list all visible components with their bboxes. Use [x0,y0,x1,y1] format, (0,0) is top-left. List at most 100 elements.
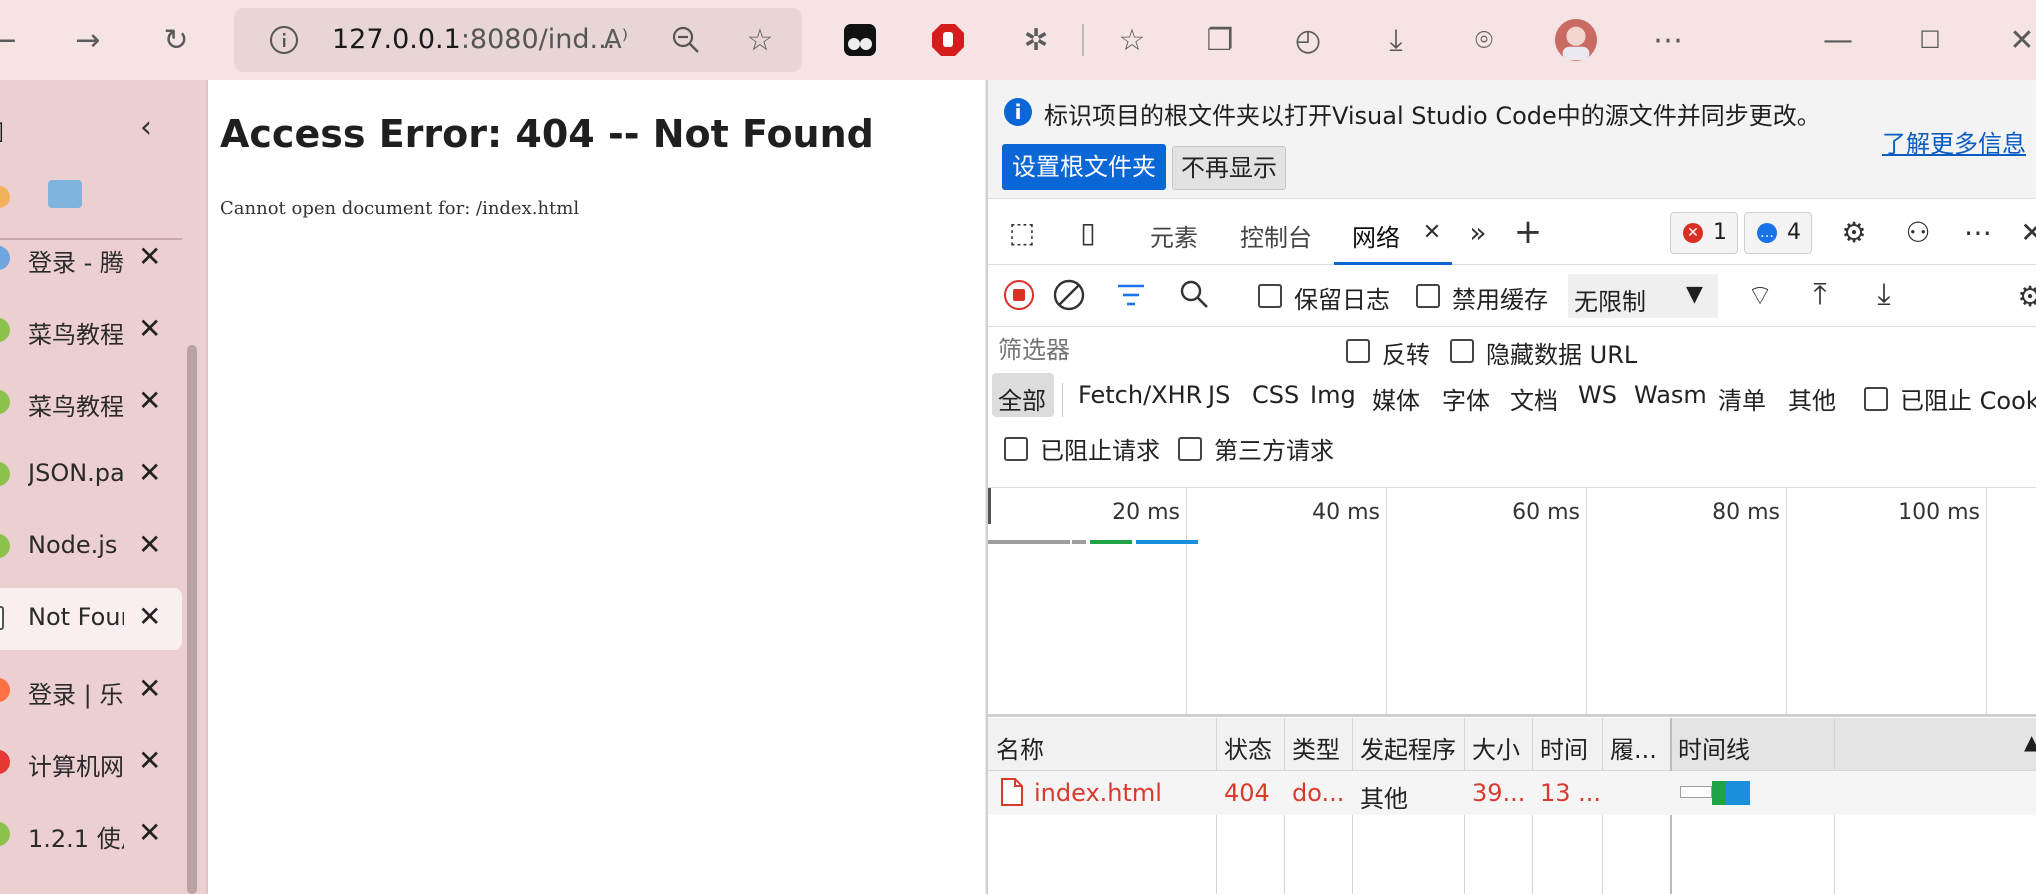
downloads-icon[interactable]: ⤓ [1374,18,1418,62]
close-tab-icon[interactable]: ✕ [138,384,161,417]
refresh-icon[interactable]: ↻ [154,18,198,62]
import-har-icon[interactable]: ⤒ [1800,274,1840,314]
vtab-4[interactable]: JSON.par ✕ [0,444,182,506]
type-filter-ws[interactable]: WS [1578,381,1617,409]
blocked-requests-checkbox[interactable] [1004,437,1028,461]
device-emulation-icon[interactable]: ▯ [1068,212,1108,252]
learn-more-link[interactable]: 了解更多信息 [1882,124,2026,159]
screenshot-icon[interactable]: ⌾ [1462,18,1506,62]
pinned-tab-favicon[interactable] [0,186,10,208]
type-filter-media[interactable]: 媒体 [1372,381,1420,416]
clear-icon[interactable] [1052,278,1086,316]
throttling-select[interactable]: 无限制 ▼ [1568,274,1718,318]
invert-checkbox[interactable] [1346,339,1370,363]
third-party-checkbox[interactable] [1178,437,1202,461]
more-menu-icon[interactable]: ⋯ [1646,18,1690,62]
zoom-out-icon[interactable] [664,18,708,62]
minimize-icon[interactable]: — [1816,18,1860,62]
address-text[interactable]: 127.0.0.1:8080/ind... [332,24,615,55]
filter-icon[interactable] [1116,280,1146,314]
add-favorite-icon[interactable]: ☆ [738,18,782,62]
tab-elements[interactable]: 元素 [1150,218,1198,253]
type-filter-all[interactable]: 全部 [998,381,1046,416]
close-tab-icon[interactable]: ✕ [1412,212,1452,252]
forward-icon[interactable]: → [66,18,110,62]
blocked-cookies-checkbox[interactable] [1864,387,1888,411]
errors-badge[interactable]: ✕ 1 [1670,212,1738,254]
record-stop-icon[interactable] [1004,280,1034,310]
vtab-3[interactable]: 菜鸟教程 ✕ [0,372,182,434]
tab-network[interactable]: 网络 [1352,218,1400,253]
type-filter-fetch-xhr[interactable]: Fetch/XHR [1078,381,1202,409]
add-tab-icon[interactable]: + [1508,212,1548,252]
col-waterfall[interactable]: 时间线 [1678,730,1750,765]
type-filter-doc[interactable]: 文档 [1510,381,1558,416]
extension-tampermonkey-icon[interactable] [838,18,882,62]
col-fulfilled-by[interactable]: 履... [1610,730,1657,765]
search-icon[interactable] [1178,278,1210,314]
col-type[interactable]: 类型 [1292,730,1340,765]
network-settings-icon[interactable]: ⚙ [2010,276,2036,316]
vtab-7[interactable]: 登录 | 乐 ✕ [0,660,182,722]
close-tab-icon[interactable]: ✕ [138,240,161,273]
col-time[interactable]: 时间 [1540,730,1588,765]
dont-show-again-button[interactable]: 不再显示 [1172,146,1286,190]
col-name[interactable]: 名称 [996,730,1044,765]
extension-adblock-icon[interactable] [926,18,970,62]
close-tab-icon[interactable]: ✕ [138,672,161,705]
customize-menu-icon[interactable]: ⋯ [1958,212,1998,252]
close-tab-icon[interactable]: ✕ [138,456,161,489]
close-tab-icon[interactable]: ✕ [138,312,161,345]
close-tab-icon[interactable]: ✕ [138,744,161,777]
type-filter-wasm[interactable]: Wasm [1634,381,1707,409]
profile-avatar[interactable] [1554,18,1598,62]
col-status[interactable]: 状态 [1224,730,1272,765]
filter-input[interactable] [994,333,1314,367]
pinned-tab-mail-icon[interactable] [48,180,82,208]
vtab-1[interactable]: 登录 - 腾 ✕ [0,228,182,290]
back-icon[interactable]: ← [0,18,26,62]
type-filter-css[interactable]: CSS [1252,381,1299,409]
read-aloud-icon[interactable]: A⁾ [594,18,638,62]
favorites-icon[interactable]: ☆ [1110,18,1154,62]
settings-gear-icon[interactable]: ⚙ [1834,212,1874,252]
vtab-8[interactable]: 计算机网 ✕ [0,732,182,794]
vtab-9[interactable]: 1.2.1 使用 ✕ [0,804,182,866]
messages-badge[interactable]: … 4 [1744,212,1812,254]
preserve-log-checkbox[interactable] [1258,284,1282,308]
tab-console[interactable]: 控制台 [1240,218,1312,253]
export-har-icon[interactable]: ⤓ [1864,274,1904,314]
feedback-icon[interactable]: ⚇ [1898,212,1938,252]
set-root-folder-button[interactable]: 设置根文件夹 [1002,144,1166,190]
network-conditions-icon[interactable]: ⌔ [1740,276,1780,316]
disable-cache-checkbox[interactable] [1416,284,1440,308]
close-tab-icon[interactable]: ✕ [138,528,161,561]
type-filter-other[interactable]: 其他 [1788,381,1836,416]
close-window-icon[interactable]: ✕ [2000,18,2036,62]
hide-data-urls-checkbox[interactable] [1450,339,1474,363]
col-size[interactable]: 大小 [1472,730,1520,765]
type-filter-font[interactable]: 字体 [1442,381,1490,416]
close-tab-icon[interactable]: ✕ [138,816,161,849]
address-bar[interactable]: 127.0.0.1:8080/ind... A⁾ ☆ [234,8,802,72]
vtab-5[interactable]: Node.js \ ✕ [0,516,182,578]
vtab-2[interactable]: 菜鸟教程 ✕ [0,300,182,362]
more-tabs-icon[interactable]: » [1458,212,1498,252]
col-initiator[interactable]: 发起程序 [1360,730,1456,765]
close-devtools-icon[interactable]: ✕ [2012,212,2036,252]
type-filter-manifest[interactable]: 清单 [1718,381,1766,416]
table-row[interactable]: index.html 404 do... 其他 39... 13 ... [988,771,2036,815]
vtab-6-active[interactable]: Not Foun ✕ [0,588,182,650]
tab-actions-icon[interactable]: ▯ [0,116,4,146]
network-overview[interactable]: 20 ms 40 ms 60 ms 80 ms 100 ms [988,488,2036,717]
close-tab-icon[interactable]: ✕ [138,600,161,633]
sidebar-scrollbar[interactable] [187,345,197,894]
site-info-icon[interactable] [262,18,306,62]
inspect-element-icon[interactable]: ⬚ [1002,212,1042,252]
extensions-icon[interactable]: ✲ [1014,18,1058,62]
collections-icon[interactable]: ❐ [1198,18,1242,62]
history-icon[interactable]: ◴ [1286,18,1330,62]
collapse-pane-icon[interactable]: ‹ [140,110,152,145]
type-filter-img[interactable]: Img [1310,381,1356,409]
maximize-icon[interactable]: ☐ [1908,18,1952,62]
